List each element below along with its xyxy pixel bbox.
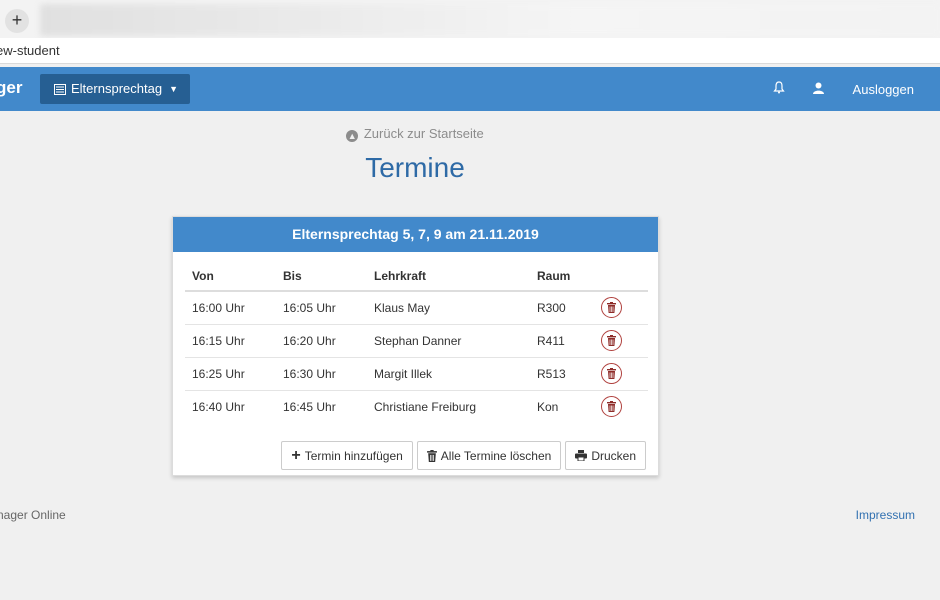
cell-raum: R513 xyxy=(530,357,594,391)
column-header-raum: Raum xyxy=(530,262,594,292)
card-title: Elternsprechtag 5, 7, 9 am 21.11.2019 xyxy=(173,217,658,252)
table-row: 16:15 Uhr 16:20 Uhr Stephan Danner R411 xyxy=(185,324,648,358)
column-header-bis: Bis xyxy=(276,262,367,292)
trash-icon xyxy=(607,368,616,379)
delete-all-button[interactable]: Alle Termine löschen xyxy=(416,441,562,470)
column-header-actions xyxy=(594,262,648,292)
back-to-home-link[interactable]: ▲ Zurück zur Startseite xyxy=(0,126,830,142)
cell-raum: Kon xyxy=(537,399,559,414)
address-url: ew-student xyxy=(0,43,60,58)
impressum-link[interactable]: Impressum xyxy=(856,508,915,522)
dropdown-label: Elternsprechtag xyxy=(71,81,163,96)
card-actions: + Termin hinzufügen Alle Termine löschen… xyxy=(281,441,646,470)
brand-logo-text[interactable]: ger xyxy=(0,78,22,98)
page-title: Termine xyxy=(365,152,465,183)
cell-bis: 16:20 Uhr xyxy=(276,324,367,358)
trash-icon xyxy=(607,335,616,346)
cell-von: 16:00 Uhr xyxy=(185,291,276,325)
column-header-lehrkraft: Lehrkraft xyxy=(367,262,530,292)
delete-appointment-button[interactable] xyxy=(601,297,622,319)
logout-link[interactable]: Ausloggen xyxy=(839,82,940,97)
back-link-label: Zurück zur Startseite xyxy=(363,126,484,141)
cell-bis: 16:05 Uhr xyxy=(276,291,367,325)
add-appointment-button[interactable]: + Termin hinzufügen xyxy=(281,441,413,470)
list-icon xyxy=(54,83,66,95)
delete-appointment-button[interactable] xyxy=(601,330,622,351)
address-bar[interactable]: ew-student xyxy=(0,38,940,64)
blurred-tabs xyxy=(40,4,940,36)
new-tab-button[interactable]: + xyxy=(5,9,29,33)
cell-von: 16:15 Uhr xyxy=(185,324,276,358)
cell-bis: 16:45 Uhr xyxy=(283,399,336,414)
cell-lehrkraft: Margit Illek xyxy=(367,357,530,391)
printer-icon xyxy=(575,450,588,461)
column-header-von: Von xyxy=(185,262,276,292)
caret-down-icon: ▼ xyxy=(169,84,178,94)
cell-raum: R300 xyxy=(530,291,594,325)
table-header-row: Von Bis Lehrkraft Raum xyxy=(185,262,648,292)
cell-lehrkraft: Christiane Freiburg xyxy=(374,399,477,414)
trash-icon xyxy=(426,449,437,462)
trash-icon xyxy=(607,302,616,314)
appointments-table: Von Bis Lehrkraft Raum 16:00 Uhr 16:05 U… xyxy=(185,262,648,423)
table-row: 16:25 Uhr 16:30 Uhr Margit Illek R513 xyxy=(185,357,648,391)
cell-von: 16:25 Uhr xyxy=(185,357,276,391)
print-label: Drucken xyxy=(591,448,636,463)
cell-raum: R411 xyxy=(530,324,594,358)
arrow-up-circle-icon: ▲ xyxy=(346,130,359,142)
delete-appointment-button[interactable] xyxy=(601,396,622,418)
delete-all-label: Alle Termine löschen xyxy=(440,448,552,463)
cell-lehrkraft: Klaus May xyxy=(367,291,530,325)
table-row: 16:00 Uhr 16:05 Uhr Klaus May R300 xyxy=(185,291,648,325)
add-appointment-label: Termin hinzufügen xyxy=(304,448,403,463)
footer-app-name: nager Online xyxy=(0,508,66,522)
table-row: 16:40 Uhr 16:45 Uhr Christiane Freiburg … xyxy=(185,390,648,423)
elternsprechtag-dropdown[interactable]: Elternsprechtag ▼ xyxy=(40,74,190,104)
plus-icon: + xyxy=(291,446,301,464)
cell-lehrkraft: Stephan Danner xyxy=(367,324,530,358)
cell-von: 16:40 Uhr xyxy=(192,399,245,414)
user-icon[interactable] xyxy=(799,82,839,97)
delete-appointment-button[interactable] xyxy=(601,363,622,384)
print-button[interactable]: Drucken xyxy=(565,441,646,470)
trash-icon xyxy=(607,401,616,413)
cell-bis: 16:30 Uhr xyxy=(276,357,367,391)
app-navbar: ger Elternsprechtag ▼ Ausloggen xyxy=(0,67,940,111)
appointments-card: Elternsprechtag 5, 7, 9 am 21.11.2019 Vo… xyxy=(172,216,659,476)
bell-icon[interactable] xyxy=(759,81,799,97)
browser-tabstrip: + xyxy=(0,0,940,38)
